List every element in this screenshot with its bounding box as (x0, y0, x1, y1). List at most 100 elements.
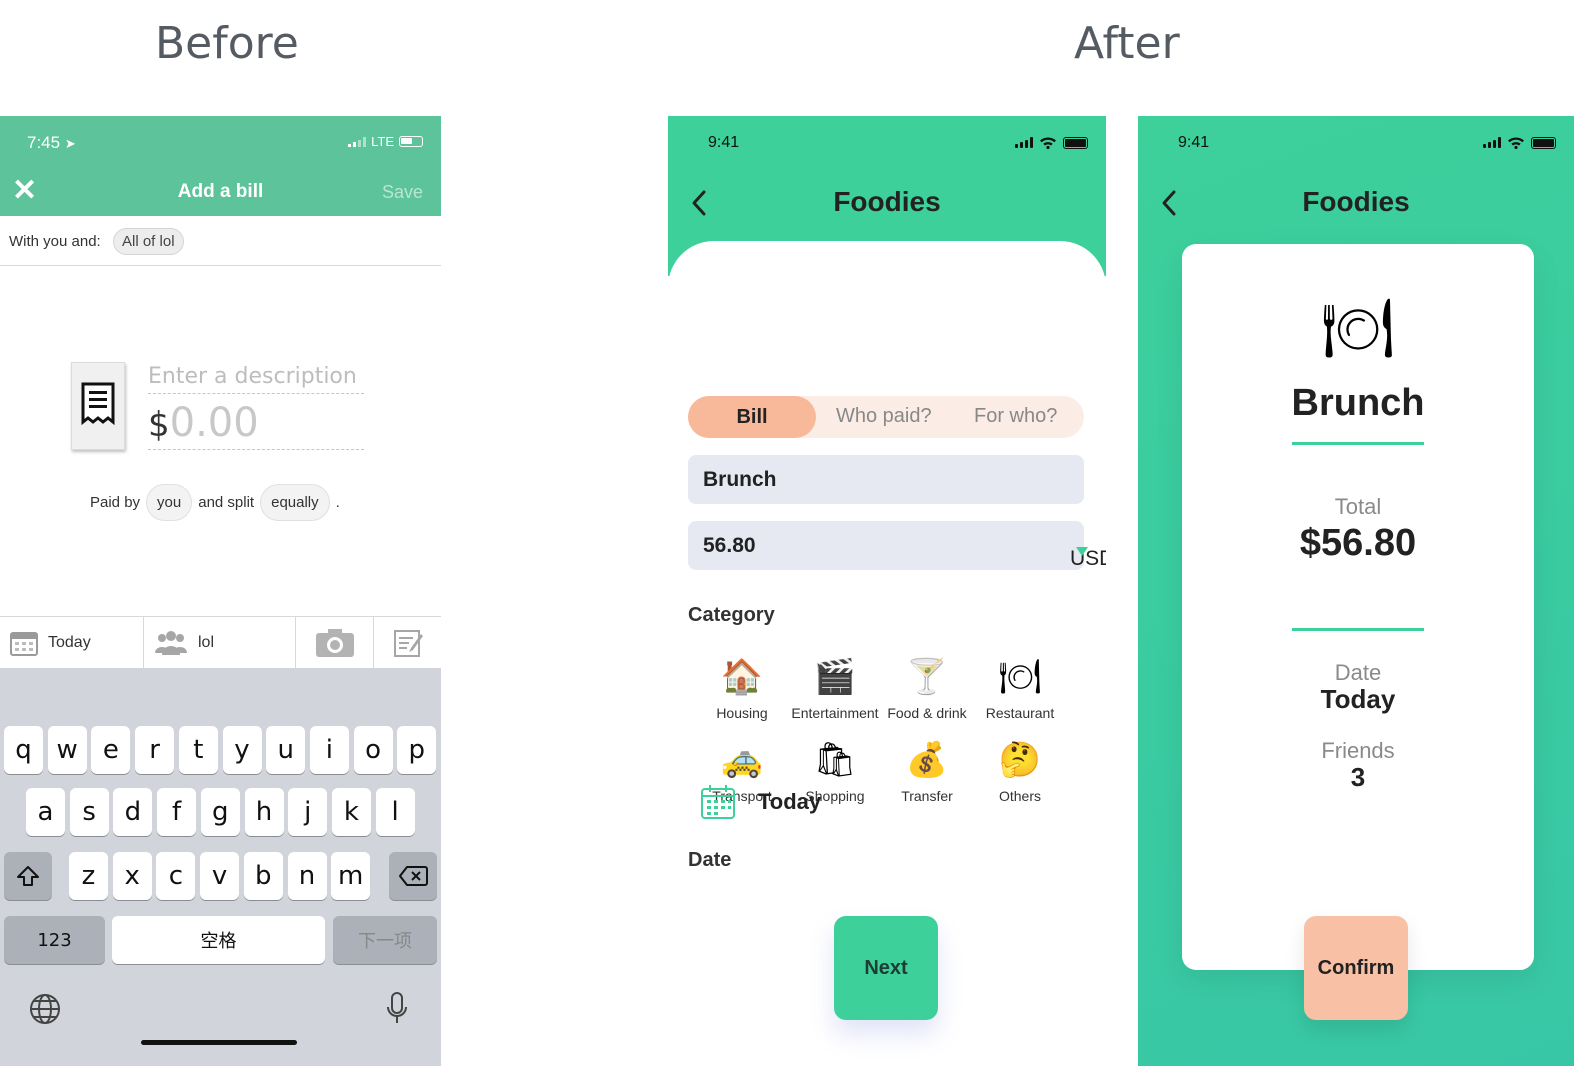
key-a[interactable]: a (26, 788, 65, 836)
category-label: Others (998, 788, 1041, 804)
key-f[interactable]: f (157, 788, 197, 836)
category-housing[interactable]: 🏠 Housing (692, 657, 792, 721)
key-j[interactable]: j (288, 788, 328, 836)
payer-pill[interactable]: you (146, 484, 193, 521)
key-w[interactable]: w (47, 726, 87, 774)
status-indicators (1483, 136, 1556, 149)
location-icon: ➤ (64, 136, 76, 151)
receipt-icon[interactable] (71, 362, 125, 450)
key-q[interactable]: q (4, 726, 43, 774)
category-transfer[interactable]: 💰 Transfer (877, 740, 977, 804)
key-e[interactable]: e (91, 726, 131, 774)
amount-input[interactable]: $0.00 (148, 400, 364, 450)
category-icon: 🍸 (905, 658, 949, 696)
key-n[interactable]: n (287, 852, 327, 900)
period: . (335, 494, 340, 511)
battery-icon (1531, 136, 1556, 149)
description-field[interactable]: Brunch (688, 455, 1084, 504)
status-time: 9:41 (708, 134, 740, 151)
key-g[interactable]: g (200, 788, 240, 836)
category-restaurant[interactable]: 🍽 Restaurant (970, 657, 1070, 721)
microphone-icon[interactable] (386, 992, 408, 1031)
globe-icon[interactable] (28, 992, 62, 1031)
date-picker-button[interactable]: Today (0, 617, 144, 668)
backspace-key[interactable] (389, 852, 437, 900)
key-r[interactable]: r (135, 726, 175, 774)
network-label: LTE (371, 134, 394, 149)
key-b[interactable]: b (243, 852, 283, 900)
key-u[interactable]: u (266, 726, 306, 774)
key-o[interactable]: o (353, 726, 393, 774)
numbers-key[interactable]: 123 (4, 916, 105, 964)
key-v[interactable]: v (200, 852, 240, 900)
key-l[interactable]: l (375, 788, 415, 836)
category-others[interactable]: 🤔 Others (970, 740, 1070, 804)
next-field-key[interactable]: 下一项 (333, 916, 437, 964)
shift-key[interactable] (4, 852, 52, 900)
date-picker[interactable]: Today (700, 784, 821, 820)
category-label: Transfer (901, 788, 953, 804)
key-m[interactable]: m (331, 852, 371, 900)
description-value: Brunch (703, 468, 777, 491)
key-t[interactable]: t (178, 726, 218, 774)
friends-count: 3 (1350, 762, 1366, 792)
calendar-icon (701, 785, 735, 819)
tab-bill[interactable]: Bill (688, 396, 816, 438)
page-title: Foodies (833, 186, 941, 217)
category-label: Restaurant (985, 705, 1055, 721)
key-z[interactable]: z (69, 852, 108, 900)
status-time: 7:45 ➤ (27, 133, 76, 153)
status-indicators: LTE (348, 134, 423, 149)
key-h[interactable]: h (244, 788, 284, 836)
after-heading: After (1074, 18, 1180, 69)
key-d[interactable]: d (113, 788, 153, 836)
with-label: With you and: (9, 233, 101, 250)
category-icon: 🚕 (720, 741, 764, 779)
amount-value: 56.80 (703, 534, 756, 557)
total-amount: $56.80 (1299, 522, 1417, 564)
category-entertainment[interactable]: 🎬 Entertainment (785, 657, 885, 721)
page-title: Foodies (1302, 186, 1410, 217)
tab-who-paid[interactable]: Who paid? (836, 405, 932, 428)
description-input[interactable]: Enter a description (148, 364, 364, 394)
keyboard: qwertyuiop asdfghjkl zxcvbnm 123 空格 下一项 (0, 668, 441, 1066)
category-food-drink[interactable]: 🍸 Food & drink (877, 657, 977, 721)
date-label: Today (48, 633, 91, 651)
camera-button[interactable] (296, 617, 374, 668)
key-c[interactable]: c (156, 852, 196, 900)
delete-icon (399, 866, 428, 886)
notes-button[interactable] (374, 617, 441, 668)
tab-for-who[interactable]: For who? (974, 405, 1057, 428)
status-time-text: 7:45 (27, 133, 61, 152)
signal-icon (1483, 137, 1501, 148)
key-k[interactable]: k (331, 788, 371, 836)
split-method-pill[interactable]: equally (260, 484, 330, 521)
confirm-button[interactable]: Confirm (1304, 916, 1408, 1020)
date-heading: Date (688, 849, 732, 871)
key-p[interactable]: p (397, 726, 437, 774)
date-value: Today (758, 789, 822, 814)
before-heading: Before (155, 18, 299, 69)
nav-bar: ✕ Add a bill Save (0, 168, 441, 216)
key-i[interactable]: i (309, 726, 349, 774)
key-y[interactable]: y (222, 726, 262, 774)
status-bar: 7:45 ➤ LTE (0, 116, 441, 168)
category-icon: 🍽 (998, 658, 1042, 696)
key-x[interactable]: x (112, 852, 152, 900)
summary-card: 🍽 Brunch Total $56.80 Date Today Friends… (1182, 244, 1534, 970)
nav-title: Add a bill (177, 181, 264, 202)
amount-field[interactable]: 56.80 USD (688, 521, 1106, 570)
group-chip[interactable]: All of lol (113, 228, 184, 255)
caret-down-icon (1076, 547, 1088, 556)
divider (1292, 442, 1424, 445)
group-button[interactable]: lol (144, 617, 296, 668)
group-label: lol (198, 633, 215, 651)
space-key[interactable]: 空格 (112, 916, 325, 964)
amount-value: 0.00 (169, 400, 259, 446)
category-label: Food & drink (887, 705, 967, 721)
status-indicators (1015, 136, 1088, 149)
category-icon: 🛍 (813, 741, 857, 779)
next-button[interactable]: Next (834, 916, 938, 1020)
key-s[interactable]: s (69, 788, 109, 836)
save-button[interactable]: Save (382, 182, 423, 203)
